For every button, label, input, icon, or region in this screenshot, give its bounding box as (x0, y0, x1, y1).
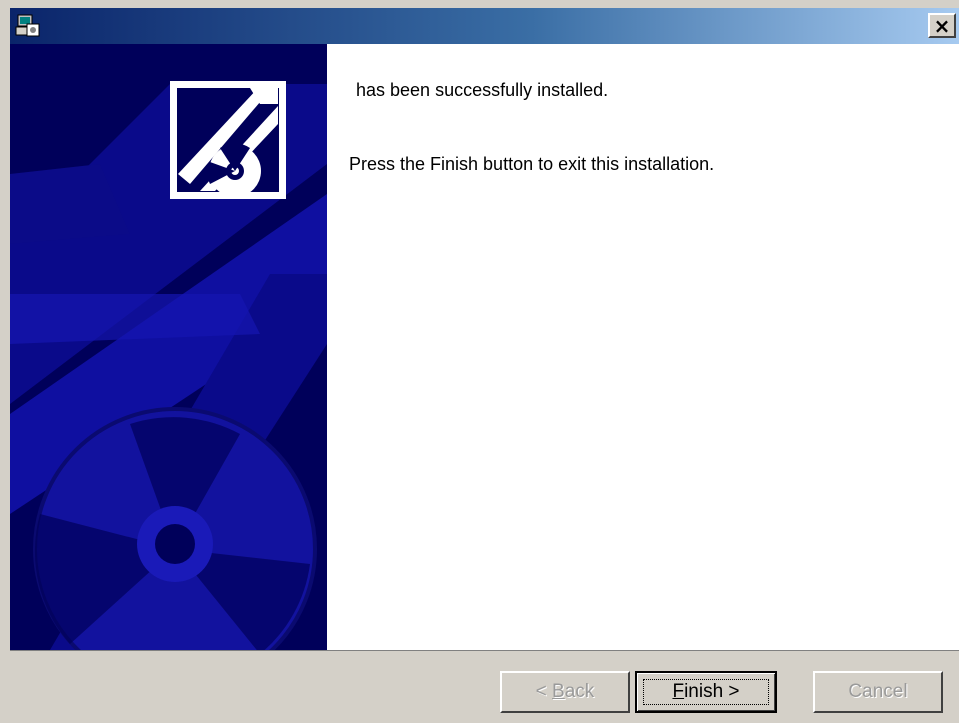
install-cd-logo (170, 81, 286, 199)
button-bar: < Back Finish > Cancel (10, 650, 959, 723)
cancel-button-label: Cancel (848, 681, 908, 702)
sidebar-banner (10, 44, 327, 650)
back-button[interactable]: < Back (500, 671, 630, 713)
finish-button[interactable]: Finish > (635, 671, 777, 713)
close-icon: × (933, 13, 951, 38)
sidebar-artwork (10, 44, 327, 650)
title-bar[interactable] (10, 8, 959, 44)
close-button[interactable]: × (928, 13, 956, 38)
content-pane: has been successfully installed. Press t… (327, 44, 959, 650)
install-status-text: has been successfully installed. (356, 80, 609, 100)
back-button-label: < Back (535, 681, 595, 702)
installer-dialog: × has been successfully installed. Press… (0, 0, 959, 723)
finish-button-label: Finish > (672, 681, 740, 702)
installer-icon (15, 14, 40, 37)
cancel-button[interactable]: Cancel (813, 671, 943, 713)
finish-instruction-text: Press the Finish button to exit this ins… (349, 154, 715, 174)
